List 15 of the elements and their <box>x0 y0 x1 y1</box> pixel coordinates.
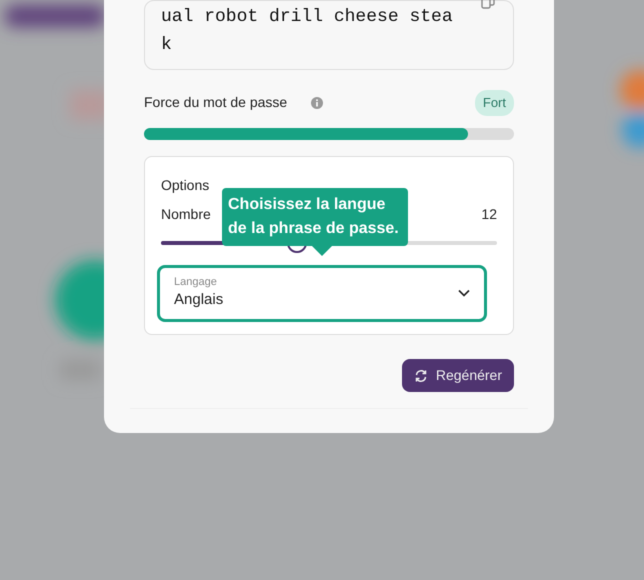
select-value: Anglais <box>174 290 224 310</box>
language-select[interactable]: Langage Anglais <box>157 264 487 322</box>
passphrase-text: ual robot drill cheese steak <box>161 6 454 57</box>
tooltip: Choisissez la langue de la phrase de passe. <box>222 188 408 246</box>
strength-label: Force du mot de passe <box>144 93 288 112</box>
select-label: Langage <box>174 276 218 288</box>
regenerate-button[interactable]: Regénérer <box>402 359 514 392</box>
strength-badge: Fort <box>474 90 514 116</box>
slider-label: Nombre <box>161 204 211 224</box>
slider-value: 12 <box>481 204 497 224</box>
chevron-down-icon <box>458 289 470 298</box>
tooltip-arrow <box>312 246 332 256</box>
refresh-icon <box>414 368 428 382</box>
info-icon <box>311 96 324 109</box>
options-title: Options <box>161 176 210 195</box>
